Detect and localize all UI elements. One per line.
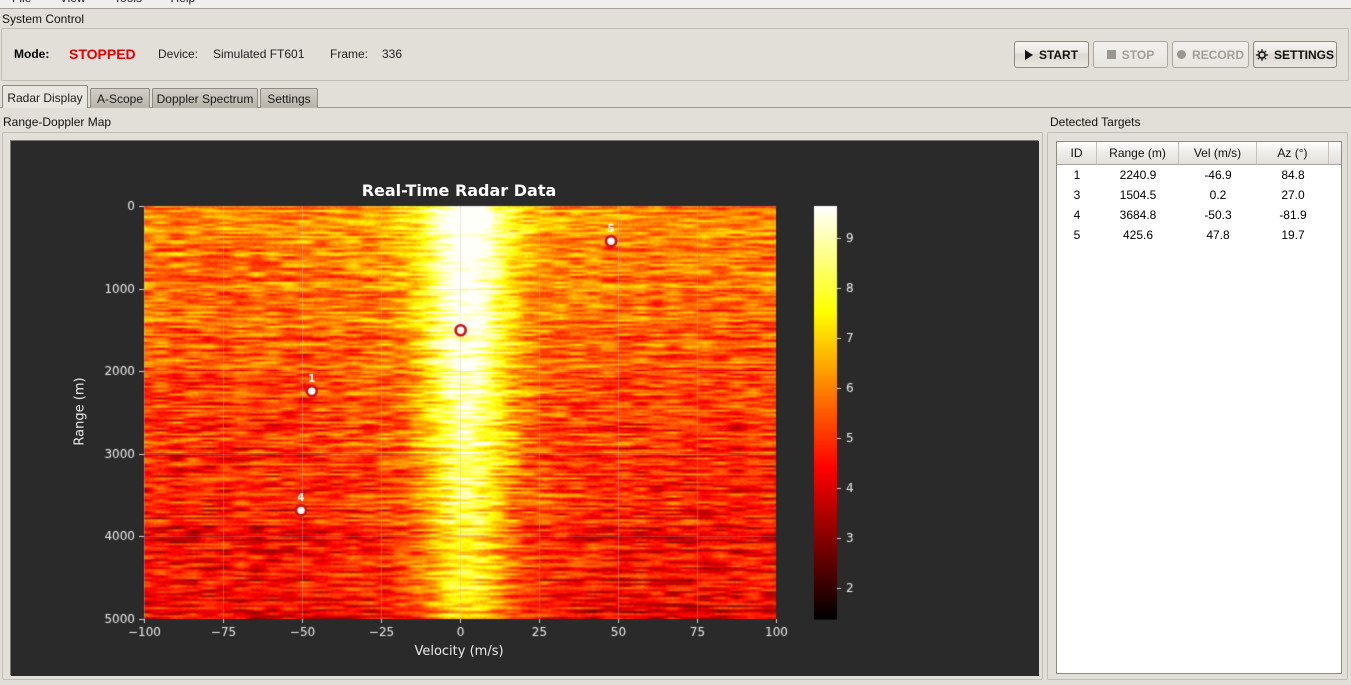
plot-xlabel: Velocity (m/s) — [414, 644, 504, 659]
cell-id[interactable]: 4 — [1057, 205, 1097, 225]
stop-icon — [1106, 50, 1116, 59]
cell-range[interactable]: 3684.8 — [1097, 205, 1179, 225]
col-header-range[interactable]: Range (m) — [1097, 142, 1179, 165]
menu-help[interactable]: Help — [159, 0, 208, 8]
radar-plot-panel — [10, 140, 1039, 676]
menu-file[interactable]: File — [0, 0, 43, 8]
col-header-id[interactable]: ID — [1057, 142, 1097, 165]
target-row-5[interactable]: 5 425.6 47.8 19.7 — [1057, 225, 1341, 245]
menu-view[interactable]: View — [48, 0, 98, 8]
play-icon — [1024, 49, 1033, 60]
target-row-1[interactable]: 1 2240.9 -46.9 84.8 — [1057, 165, 1341, 185]
mode-value: STOPPED — [69, 46, 136, 62]
cell-az[interactable]: 27.0 — [1257, 185, 1329, 205]
device-label: Device: — [158, 47, 199, 61]
settings-button[interactable]: SETTINGS — [1253, 41, 1337, 68]
targets-table-header: ID Range (m) Vel (m/s) Az (°) — [1057, 142, 1341, 165]
gear-icon — [1256, 48, 1268, 61]
record-button[interactable]: RECORD — [1172, 41, 1249, 68]
cell-vel[interactable]: 0.2 — [1179, 185, 1257, 205]
frame-label: Frame: — [330, 47, 369, 61]
cell-vel[interactable]: 47.8 — [1179, 225, 1257, 245]
start-button[interactable]: START — [1014, 41, 1089, 68]
cell-az[interactable]: 19.7 — [1257, 225, 1329, 245]
cell-vel[interactable]: -50.3 — [1179, 205, 1257, 225]
stop-button-label: STOP — [1121, 47, 1155, 62]
cell-id[interactable]: 5 — [1057, 225, 1097, 245]
device-value: Simulated FT601 — [213, 47, 305, 61]
cell-range[interactable]: 2240.9 — [1097, 165, 1179, 185]
detected-targets-title: Detected Targets — [1050, 115, 1141, 129]
plot-title: Real-Time Radar Data — [361, 181, 557, 200]
menu-tools[interactable]: Tools — [102, 0, 154, 8]
cell-id[interactable]: 3 — [1057, 185, 1097, 205]
stop-button[interactable]: STOP — [1093, 41, 1168, 68]
range-doppler-title: Range-Doppler Map — [3, 115, 112, 129]
cell-range[interactable]: 1504.5 — [1097, 185, 1179, 205]
range-doppler-heatmap[interactable] — [11, 141, 1039, 676]
record-icon — [1176, 50, 1186, 59]
targets-table[interactable]: ID Range (m) Vel (m/s) Az (°) 1 2240.9 -… — [1056, 141, 1342, 674]
menu-bar: File View Tools Help — [0, 0, 1351, 9]
tab-radar-display[interactable]: Radar Display — [2, 85, 88, 108]
target-row-3[interactable]: 3 1504.5 0.2 27.0 — [1057, 185, 1341, 205]
tab-settings[interactable]: Settings — [260, 88, 318, 108]
target-row-4[interactable]: 4 3684.8 -50.3 -81.9 — [1057, 205, 1341, 225]
tab-a-scope[interactable]: A-Scope — [90, 88, 150, 108]
cell-range[interactable]: 425.6 — [1097, 225, 1179, 245]
cell-id[interactable]: 1 — [1057, 165, 1097, 185]
frame-value: 336 — [382, 47, 403, 61]
system-control-title: System Control — [2, 12, 85, 26]
radar-app-window: File View Tools Help System Control Mode… — [0, 0, 1351, 685]
mode-label: Mode: — [14, 47, 50, 61]
settings-button-label: SETTINGS — [1273, 47, 1334, 62]
cell-vel[interactable]: -46.9 — [1179, 165, 1257, 185]
col-header-filler — [1329, 142, 1341, 165]
cell-az[interactable]: -81.9 — [1257, 205, 1329, 225]
record-button-label: RECORD — [1191, 47, 1244, 62]
col-header-vel[interactable]: Vel (m/s) — [1179, 142, 1257, 165]
col-header-az[interactable]: Az (°) — [1257, 142, 1329, 165]
tab-doppler-spectrum[interactable]: Doppler Spectrum — [152, 88, 258, 108]
start-button-label: START — [1038, 47, 1079, 62]
plot-ylabel: Range (m) — [72, 377, 88, 446]
cell-az[interactable]: 84.8 — [1257, 165, 1329, 185]
